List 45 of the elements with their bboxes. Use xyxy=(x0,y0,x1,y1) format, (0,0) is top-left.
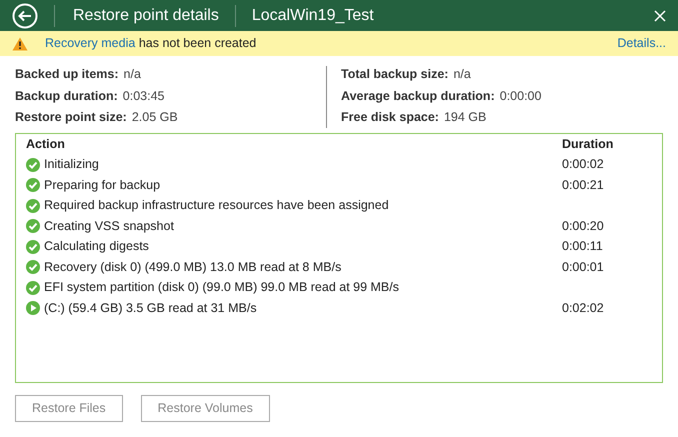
duration-cell: 0:00:11 xyxy=(562,239,603,254)
action-cell-text: Initializing xyxy=(44,156,99,174)
duration-cell: 0:02:02 xyxy=(562,300,604,315)
back-button[interactable] xyxy=(12,2,38,28)
summary-label: Total backup size: xyxy=(341,66,448,84)
summary-label: Restore point size: xyxy=(15,109,127,126)
column-header: Duration xyxy=(562,136,614,153)
warning-message: Recovery media has not been created xyxy=(45,35,256,52)
check-icon xyxy=(26,198,40,213)
summary-value: 0:03:45 xyxy=(122,88,165,105)
close-icon xyxy=(654,10,666,22)
duration-cell: 0:00:01 xyxy=(562,260,604,274)
duration-cell: 0:00:02 xyxy=(562,157,604,172)
play-icon xyxy=(26,301,40,316)
summary-value: n/a xyxy=(124,66,141,84)
column-header: Action xyxy=(26,136,66,153)
check-icon xyxy=(26,219,40,234)
check-icon xyxy=(26,260,40,274)
details-link[interactable]: Details... xyxy=(617,34,666,53)
action-cell-text: Creating VSS snapshot xyxy=(44,218,174,235)
summary-value: 2.05 GB xyxy=(132,109,178,126)
summary-label: Average backup duration: xyxy=(341,88,495,105)
check-icon xyxy=(26,178,40,192)
action-cell-text: EFI system partition (disk 0) (99.0 MB) 99.0 MB read at 99 MB/s xyxy=(44,279,399,296)
check-icon xyxy=(26,158,40,172)
summary-label: Backed up items: xyxy=(15,66,119,84)
summary-label: Backup duration: xyxy=(15,88,118,105)
check-icon xyxy=(26,280,40,295)
duration-cell: 0:00:21 xyxy=(562,178,604,192)
check-icon xyxy=(26,240,40,254)
duration-cell: 0:00:20 xyxy=(562,218,604,233)
summary-value: n/a xyxy=(453,66,471,84)
action-cell-text: Required backup infrastructure resources have been assigned xyxy=(44,197,389,214)
summary-value: 0:00:00 xyxy=(500,88,542,105)
action-cell-text: Preparing for backup xyxy=(44,176,160,194)
back-icon xyxy=(12,2,38,28)
close-button[interactable] xyxy=(652,8,668,24)
window-title: Restore point details xyxy=(73,6,219,26)
summary-value: 194 GB xyxy=(444,109,486,126)
warning-icon xyxy=(12,36,28,50)
action-cell-text: Recovery (disk 0) (499.0 MB) 13.0 MB read at 8 MB/s xyxy=(44,258,342,276)
summary-label: Free disk space: xyxy=(341,109,439,126)
action-cell-text: (C:) (59.4 GB) 3.5 GB read at 31 MB/s xyxy=(44,300,257,317)
action-cell-text: Calculating digests xyxy=(44,238,149,256)
window-subtitle: LocalWin19_Test xyxy=(252,6,374,26)
